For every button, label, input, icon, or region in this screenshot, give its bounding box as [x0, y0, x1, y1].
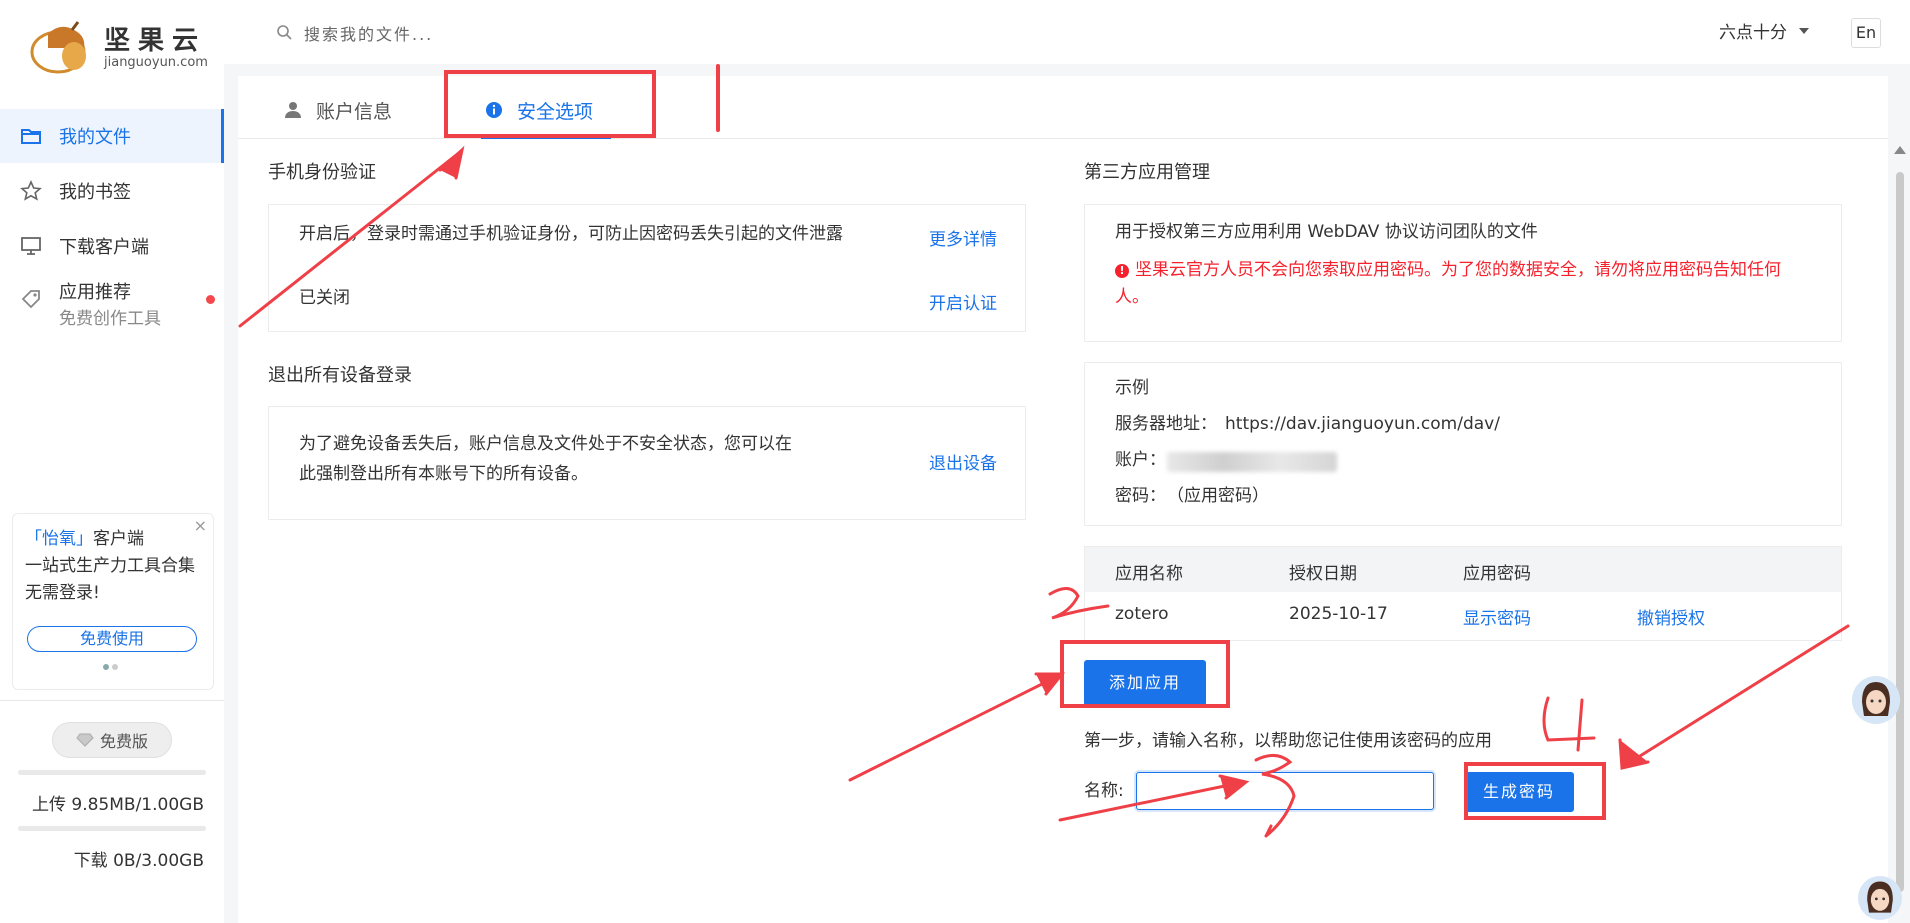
- chevron-down-icon: [1799, 27, 1809, 34]
- example-title: 示例: [1115, 378, 1149, 398]
- phone-auth-description: 开启后，登录时需通过手机验证身份，可防止因密码丢失引起的文件泄露: [299, 224, 843, 244]
- third-party-title: 第三方应用管理: [1084, 162, 1210, 183]
- assistant-avatar[interactable]: [1852, 676, 1900, 724]
- logout-all-title: 退出所有设备登录: [268, 365, 412, 386]
- star-icon: [20, 180, 42, 201]
- upload-quota-bar: [18, 770, 206, 775]
- settings-panel: 账户信息 安全选项 手机身份验证 开启后，登录时需通过手机验证身份，可防止因密码…: [238, 76, 1888, 923]
- search-input[interactable]: [302, 20, 706, 48]
- more-details-link[interactable]: 更多详情: [929, 225, 997, 250]
- sidebar-item-label: 应用推荐: [59, 282, 131, 303]
- table-row: zotero 2025-10-17 显示密码 撤销授权: [1084, 592, 1842, 641]
- divider: [0, 700, 224, 701]
- promo-free-use-button[interactable]: 免费使用: [27, 626, 197, 652]
- phone-auth-title: 手机身份验证: [268, 162, 376, 183]
- user-menu[interactable]: 六点十分: [1719, 18, 1809, 43]
- step-instruction: 第一步，请输入名称，以帮助您记住使用该密码的应用: [1084, 731, 1492, 751]
- webdav-description: 用于授权第三方应用利用 WebDAV 协议访问团队的文件: [1115, 222, 1538, 242]
- sidebar-item-bookmarks[interactable]: 我的书签: [0, 164, 224, 218]
- warning-line1: 坚果云官方人员不会向您索取应用密码。为了您的数据安全，请勿将应用密码告知任何: [1135, 260, 1781, 280]
- language-toggle-button[interactable]: En: [1851, 18, 1881, 48]
- download-quota: 下载 0B/3.00GB: [73, 851, 204, 871]
- sidebar-item-my-files[interactable]: 我的文件: [0, 109, 224, 163]
- app-name-input[interactable]: [1136, 772, 1434, 810]
- monitor-icon: [21, 237, 41, 255]
- date-cell: 2025-10-17: [1289, 604, 1388, 624]
- annotation-box-add-app: [1060, 640, 1230, 708]
- warning-line2: 人。: [1115, 287, 1149, 307]
- password-example: （应用密码）: [1167, 486, 1269, 506]
- promo-line1: 客户端: [93, 529, 144, 549]
- assistant-face-icon: [1852, 676, 1900, 724]
- logo[interactable]: 坚果云 jianguoyun.com: [28, 20, 208, 76]
- plan-badge[interactable]: 免费版: [52, 722, 172, 758]
- logo-text-en: jianguoyun.com: [104, 55, 208, 70]
- assistant-avatar-secondary[interactable]: [1858, 876, 1902, 920]
- sidebar-item-app-recommend[interactable]: 应用推荐 免费创作工具: [0, 274, 224, 329]
- sidebar-item-download-client[interactable]: 下载客户端: [0, 219, 224, 273]
- user-icon: [285, 102, 301, 118]
- notification-dot: [206, 295, 215, 304]
- sidebar: 坚果云 jianguoyun.com 我的文件 我的书签 下载客户端 应用推荐 …: [0, 0, 225, 923]
- logout-description-line2: 此强制登出所有本账号下的所有设备。: [299, 464, 588, 484]
- column-header-app-name: 应用名称: [1115, 564, 1183, 584]
- name-label: 名称:: [1084, 781, 1124, 801]
- revoke-auth-link[interactable]: 撤销授权: [1637, 604, 1705, 629]
- download-quota-bar: [18, 826, 206, 831]
- sidebar-item-label: 下载客户端: [59, 237, 149, 258]
- logout-all-card: 为了避免设备丢失后，账户信息及文件处于不安全状态，您可以在 此强制登出所有本账号…: [268, 406, 1026, 520]
- acorn-logo-icon: [30, 21, 86, 74]
- logo-text-cn: 坚果云: [104, 26, 207, 56]
- column-header-date: 授权日期: [1289, 564, 1357, 584]
- sidebar-item-label: 我的文件: [59, 127, 131, 148]
- user-name: 六点十分: [1719, 23, 1787, 43]
- assistant-face-icon: [1858, 876, 1902, 920]
- scrollbar-thumb[interactable]: [1896, 172, 1904, 892]
- tab-account-info[interactable]: 账户信息: [284, 90, 392, 130]
- app-name-cell: zotero: [1115, 604, 1169, 624]
- third-party-card: 用于授权第三方应用利用 WebDAV 协议访问团队的文件 ! 坚果云官方人员不会向…: [1084, 204, 1842, 342]
- apps-table-header: 应用名称 授权日期 应用密码: [1084, 546, 1842, 594]
- phone-auth-card: 开启后，登录时需通过手机验证身份，可防止因密码丢失引起的文件泄露 更多详情 已关…: [268, 204, 1026, 332]
- column-header-password: 应用密码: [1463, 564, 1531, 584]
- server-address: https://dav.jianguoyun.com/dav/: [1225, 414, 1500, 434]
- promo-line2: 一站式生产力工具合集 无需登录!: [25, 556, 195, 603]
- carousel-dots[interactable]: [103, 664, 118, 670]
- sidebar-item-label: 我的书签: [59, 182, 131, 203]
- example-card: 示例 服务器地址： https://dav.jianguoyun.com/dav…: [1084, 362, 1842, 526]
- warning-icon: !: [1115, 264, 1129, 278]
- tab-label: 账户信息: [316, 100, 393, 123]
- annotation-box-generate: [1464, 762, 1606, 820]
- top-header: 六点十分 En: [224, 0, 1910, 65]
- server-label: 服务器地址：: [1115, 414, 1217, 434]
- tag-icon: [21, 290, 40, 309]
- annotation-box-security-tab: [444, 70, 656, 138]
- scroll-up-arrow[interactable]: [1894, 146, 1906, 154]
- security-warning: ! 坚果云官方人员不会向您索取应用密码。为了您的数据安全，请勿将应用密码告知任何人…: [1115, 257, 1815, 311]
- sidebar-item-sublabel: 免费创作工具: [59, 309, 161, 329]
- enable-auth-link[interactable]: 开启认证: [929, 289, 997, 314]
- show-password-link[interactable]: 显示密码: [1463, 604, 1531, 629]
- phone-auth-status: 已关闭: [299, 288, 350, 308]
- upload-quota: 上传 9.85MB/1.00GB: [31, 795, 204, 815]
- account-redacted: [1167, 452, 1337, 472]
- logout-devices-link[interactable]: 退出设备: [929, 449, 997, 474]
- folder-icon: [21, 129, 41, 144]
- diamond-icon: [76, 733, 94, 747]
- promo-card: × 「怡氧」客户端 一站式生产力工具合集 无需登录! 免费使用: [12, 513, 214, 690]
- account-label: 账户：: [1115, 450, 1166, 470]
- plan-label: 免费版: [99, 732, 148, 751]
- promo-highlight: 「怡氧」: [25, 529, 93, 549]
- logout-description-line1: 为了避免设备丢失后，账户信息及文件处于不安全状态，您可以在: [299, 434, 792, 454]
- password-label: 密码：: [1115, 486, 1166, 506]
- main-area: 账户信息 安全选项 手机身份验证 开启后，登录时需通过手机验证身份，可防止因密码…: [224, 64, 1910, 923]
- search-icon: [277, 25, 292, 40]
- promo-text: 「怡氧」客户端 一站式生产力工具合集 无需登录!: [25, 526, 205, 607]
